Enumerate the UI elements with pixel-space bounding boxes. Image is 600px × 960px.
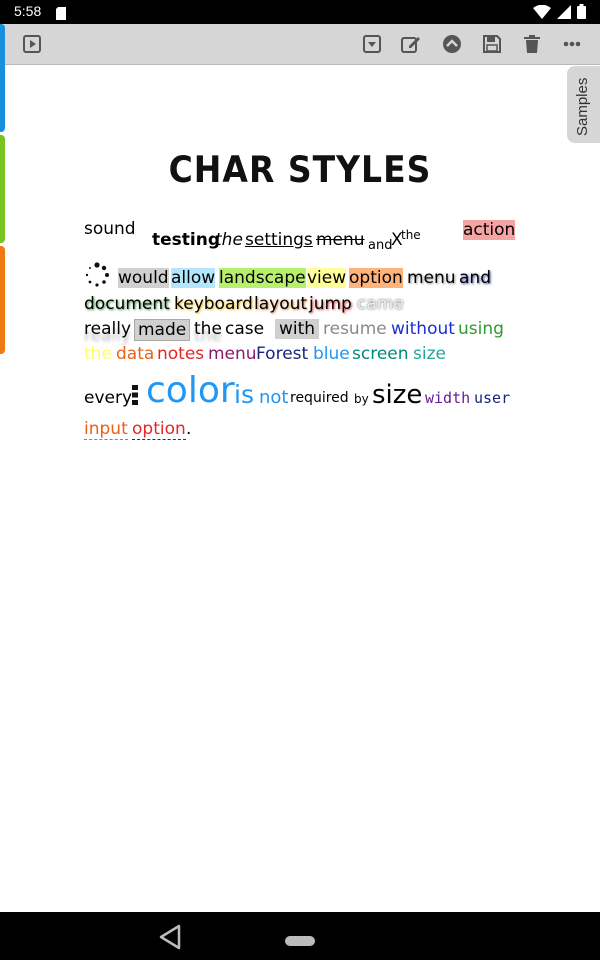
edit-icon[interactable] xyxy=(399,32,423,56)
word-layout: layout xyxy=(254,294,308,314)
word-data-orange: data xyxy=(116,344,155,364)
word-testing: testing xyxy=(152,230,220,250)
vertical-dots-icon xyxy=(131,384,139,411)
delete-icon[interactable] xyxy=(520,32,544,56)
samples-tab[interactable]: Samples xyxy=(567,66,600,143)
word-using: using xyxy=(458,319,504,339)
word-case: case xyxy=(225,319,265,339)
word-settings-underline: settings xyxy=(245,230,313,250)
side-tab-orange[interactable] xyxy=(0,246,5,354)
status-icons xyxy=(533,4,586,23)
word-input-link[interactable]: input xyxy=(84,419,128,440)
word-with-box: with xyxy=(275,319,320,339)
wifi-icon xyxy=(533,4,551,23)
word-menu-strike: menu xyxy=(316,230,365,250)
samples-label: Samples xyxy=(574,77,591,136)
word-would: would xyxy=(118,268,169,288)
word-and-shadow: and xyxy=(459,268,491,288)
page-title: CHAR STYLES xyxy=(168,148,432,191)
word-color-large: color xyxy=(146,370,235,411)
word-resume: resume xyxy=(323,319,387,339)
period: . xyxy=(186,419,192,439)
word-landscape: landscape xyxy=(219,268,306,288)
save-icon[interactable] xyxy=(480,32,504,56)
status-time: 5:58 xyxy=(14,3,42,19)
word-keyboard: keyboard xyxy=(174,294,253,314)
battery-icon xyxy=(577,4,586,23)
back-icon[interactable] xyxy=(157,924,183,954)
word-every: every xyxy=(84,388,133,408)
word-option: option xyxy=(349,268,403,288)
word-really: really xyxy=(84,319,131,339)
word-the-italic: the xyxy=(215,230,243,250)
dropdown-icon[interactable] xyxy=(360,32,384,56)
home-icon[interactable] xyxy=(285,931,315,950)
word-jump: jump xyxy=(309,294,352,314)
word-the-yellow: the xyxy=(84,344,112,364)
word-required: required xyxy=(290,390,349,406)
word-screen-teal: screen xyxy=(352,344,409,364)
word-not: not xyxy=(259,387,289,408)
word-sound: sound xyxy=(84,219,136,239)
spinner-icon xyxy=(84,262,110,293)
word-view: view xyxy=(307,268,347,288)
word-menu-shadow: menu xyxy=(407,268,456,288)
sd-card-icon xyxy=(56,5,66,24)
word-size-teal: size xyxy=(413,344,446,364)
word-came-outline: came xyxy=(357,294,404,314)
word-notes-red: notes xyxy=(157,344,205,364)
side-tab-blue[interactable] xyxy=(0,24,5,132)
word-is: is xyxy=(234,380,254,409)
word-and-subscript: and xyxy=(368,238,393,253)
more-icon[interactable] xyxy=(560,32,584,56)
word-the-reflect: the xyxy=(194,319,222,339)
word-the-superscript: the xyxy=(401,228,421,242)
word-by: by xyxy=(354,392,369,406)
word-menu-purple: menu xyxy=(208,344,257,364)
word-blue: blue xyxy=(313,344,350,364)
word-user-mono: user xyxy=(474,389,511,407)
play-icon[interactable] xyxy=(20,32,44,56)
word-made-box: made xyxy=(134,319,191,341)
word-size-large: size xyxy=(372,380,423,410)
word-allow: allow xyxy=(171,268,216,288)
word-document: document xyxy=(84,294,170,314)
word-option-link[interactable]: option xyxy=(132,419,186,440)
word-action-highlight: action xyxy=(463,220,516,240)
collapse-icon[interactable] xyxy=(440,32,464,56)
word-without: without xyxy=(391,319,455,339)
status-bar: 5:58 xyxy=(0,0,600,24)
word-forest-navy: Forest xyxy=(256,344,309,364)
word-width-mono: width xyxy=(425,389,471,407)
signal-icon xyxy=(557,4,571,23)
toolbar xyxy=(0,24,600,65)
